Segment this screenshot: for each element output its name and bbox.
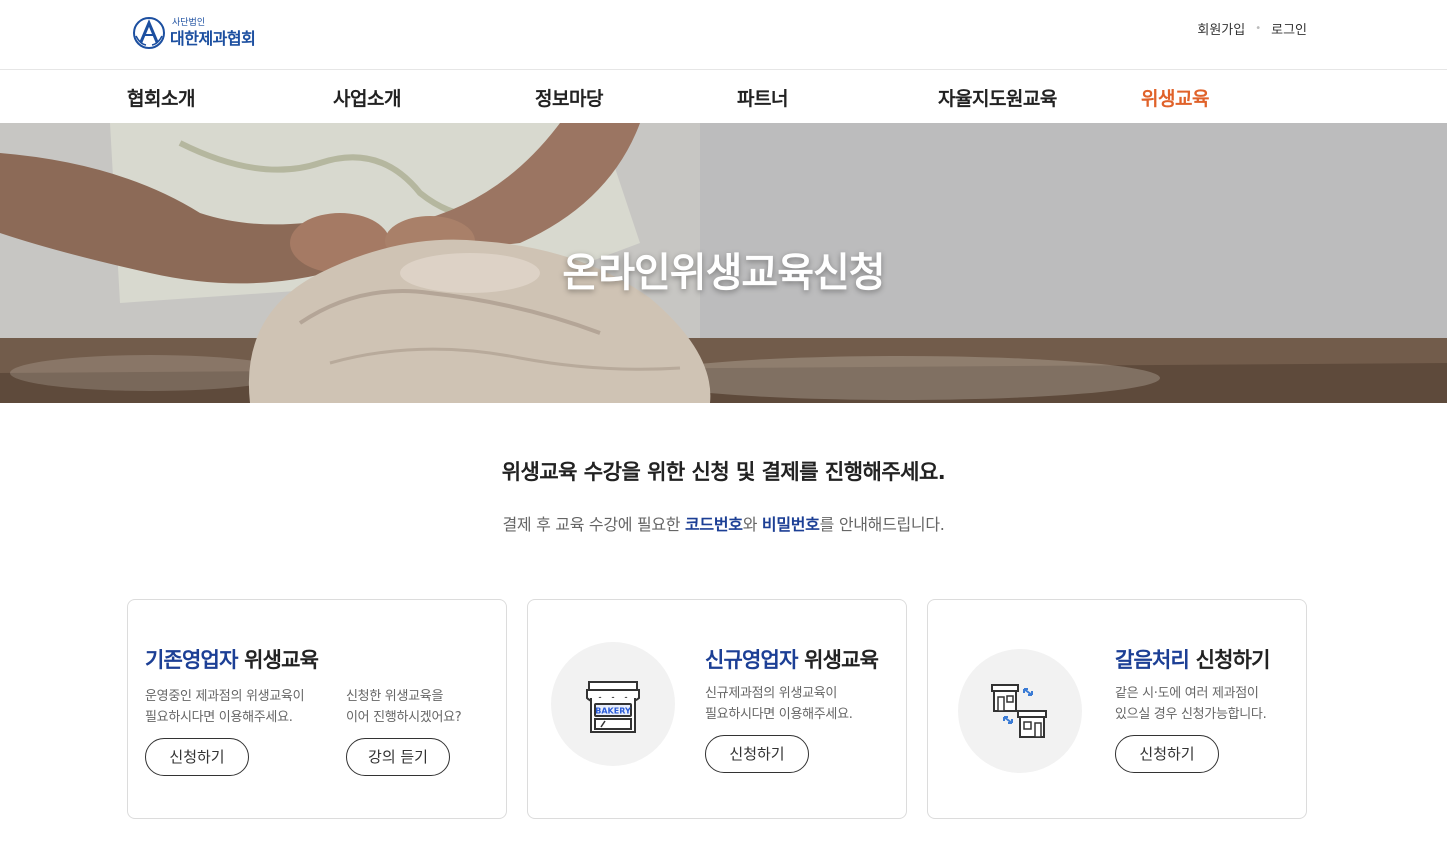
watch-lecture-button[interactable]: 강의 듣기 — [346, 738, 450, 776]
card-title: 갈음처리 신청하기 — [1115, 644, 1270, 674]
card-title-rest: 위생교육 — [237, 648, 319, 672]
nav-item-partner[interactable]: 파트너 — [737, 84, 788, 111]
nav-item-info[interactable]: 정보마당 — [535, 84, 603, 111]
apply-button[interactable]: 신청하기 — [1115, 735, 1219, 773]
login-link[interactable]: 로그인 — [1271, 19, 1307, 38]
intro-subtitle: 결제 후 교육 수강에 필요한 코드번호와 비밀번호를 안내해드립니다. — [0, 511, 1447, 535]
card-description: 같은 시·도에 여러 제과점이 있으실 경우 신청가능합니다. — [1115, 683, 1267, 725]
substitute-processing-card: 갈음처리 신청하기 같은 시·도에 여러 제과점이 있으실 경우 신청가능합니다… — [927, 599, 1307, 819]
utility-menu: 회원가입 • 로그인 — [1197, 19, 1307, 38]
password-highlight: 비밀번호 — [761, 515, 820, 534]
card-description-right: 신청한 위생교육을 이어 진행하시겠어요? — [346, 686, 462, 728]
desc-line: 필요하시다면 이용해주세요. — [145, 710, 293, 725]
desc-line: 운영중인 제과점의 위생교육이 — [145, 689, 305, 704]
signup-link[interactable]: 회원가입 — [1197, 19, 1245, 38]
logo-name: 대한제과협회 — [170, 29, 256, 48]
desc-line: 필요하시다면 이용해주세요. — [705, 707, 853, 722]
desc-line: 이어 진행하시겠어요? — [346, 710, 462, 725]
main-navigation: 협회소개 사업소개 정보마당 파트너 자율지도원교육 위생교육 — [0, 70, 1447, 123]
hero-banner: 온라인위생교육신청 — [0, 123, 1447, 403]
card-title-highlight: 신규영업자 — [705, 648, 798, 672]
card-title-highlight: 갈음처리 — [1115, 648, 1190, 672]
intro-title: 위생교육 수강을 위한 신청 및 결제를 진행해주세요. — [501, 460, 946, 484]
desc-line: 신규제과점의 위생교육이 — [705, 686, 838, 701]
card-description: 신규제과점의 위생교육이 필요하시다면 이용해주세요. — [705, 683, 853, 725]
card-title-highlight: 기존영업자 — [145, 648, 238, 672]
icon-circle: BAKERY — [551, 642, 675, 766]
card-title-rest: 신청하기 — [1189, 648, 1271, 672]
icon-circle — [958, 649, 1082, 773]
intro-sub-text-2: 와 — [742, 515, 762, 534]
desc-line: 신청한 위생교육을 — [346, 689, 444, 704]
site-logo[interactable]: 사단법인 대한제과협회 — [132, 16, 256, 50]
separator-dot: • — [1255, 23, 1262, 34]
card-title: 신규영업자 위생교육 — [705, 644, 879, 674]
intro-sub-text-1: 결제 후 교육 수강에 필요한 — [502, 515, 686, 534]
nav-item-self-guidance-education[interactable]: 자율지도원교육 — [938, 84, 1057, 111]
desc-line: 있으실 경우 신청가능합니다. — [1115, 707, 1267, 722]
existing-business-card: 기존영업자 위생교육 운영중인 제과점의 위생교육이 필요하시다면 이용해주세요… — [127, 599, 507, 819]
intro-sub-text-3: 를 안내해드립니다. — [819, 515, 945, 534]
bakery-store-icon: BAKERY — [586, 681, 640, 733]
nav-item-hygiene-education[interactable]: 위생교육 — [1141, 84, 1209, 111]
desc-line: 같은 시·도에 여러 제과점이 — [1115, 686, 1259, 701]
new-business-card: BAKERY 신규영업자 위생교육 신규제과점의 위생교육이 필요하시다면 이용… — [527, 599, 907, 819]
logo-subtitle: 사단법인 — [172, 18, 206, 28]
store-transfer-icon — [991, 684, 1047, 738]
hero-title: 온라인위생교육신청 — [562, 250, 885, 296]
nav-item-business[interactable]: 사업소개 — [333, 84, 401, 111]
apply-button[interactable]: 신청하기 — [705, 735, 809, 773]
card-title: 기존영업자 위생교육 — [145, 644, 319, 674]
association-emblem-icon — [133, 17, 165, 49]
code-number-highlight: 코드번호 — [685, 515, 743, 534]
top-bar: 사단법인 대한제과협회 회원가입 • 로그인 — [0, 0, 1447, 70]
card-description-left: 운영중인 제과점의 위생교육이 필요하시다면 이용해주세요. — [145, 686, 305, 728]
card-title-rest: 위생교육 — [797, 648, 879, 672]
bakery-sign-text: BAKERY — [595, 707, 631, 716]
apply-button[interactable]: 신청하기 — [145, 738, 249, 776]
nav-item-about[interactable]: 협회소개 — [127, 84, 195, 111]
